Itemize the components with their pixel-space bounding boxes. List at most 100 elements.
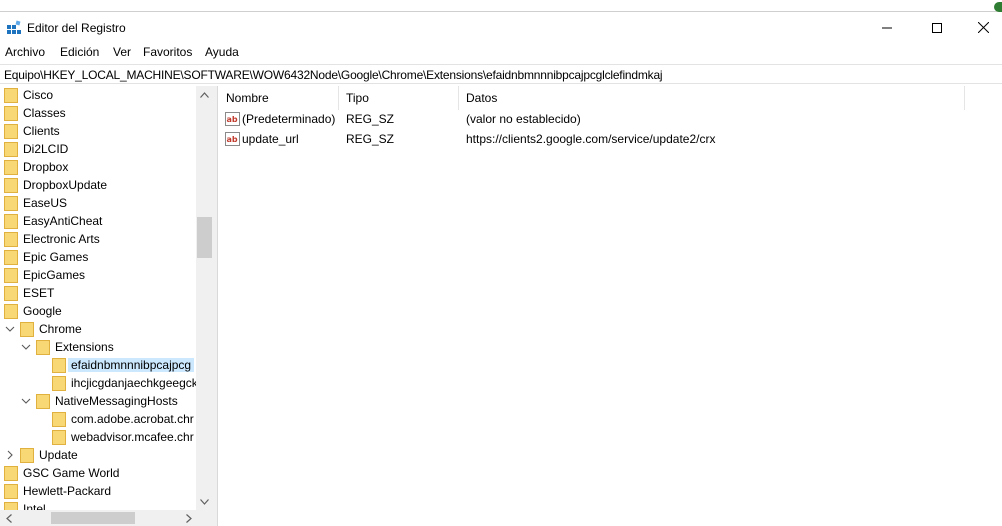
tree-item[interactable]: Classes: [0, 104, 196, 122]
column-divider[interactable]: [964, 86, 965, 110]
tree-item-label: NativeMessagingHosts: [55, 394, 178, 408]
folder-icon: [4, 160, 18, 175]
tree-item[interactable]: DropboxUpdate: [0, 176, 196, 194]
tree-item-label: Electronic Arts: [23, 232, 100, 246]
tree-item-label: EpicGames: [23, 268, 86, 282]
table-row[interactable]: ab update_url REG_SZ https://clients2.go…: [219, 129, 1002, 149]
scroll-right-button[interactable]: [180, 510, 197, 526]
tree-horizontal-scrollbar[interactable]: [0, 510, 213, 526]
chevron-down-icon[interactable]: [5, 324, 15, 334]
tree-item[interactable]: ESET: [0, 284, 196, 302]
folder-icon: [52, 412, 66, 427]
tree-item-label: Hewlett-Packard: [23, 484, 112, 498]
menu-ayuda[interactable]: Ayuda: [205, 45, 239, 59]
tree-item-label: EasyAntiCheat: [23, 214, 103, 228]
value-name: (Predeterminado): [242, 112, 336, 126]
tree-item[interactable]: Di2LCID: [0, 140, 196, 158]
tree-item[interactable]: Hewlett-Packard: [0, 482, 196, 500]
tree-item[interactable]: Extensions: [0, 338, 196, 356]
column-header-nombre[interactable]: Nombre: [219, 86, 338, 110]
tree-item[interactable]: EasyAntiCheat: [0, 212, 196, 230]
value-type: REG_SZ: [346, 132, 395, 146]
tree-item[interactable]: EpicGames: [0, 266, 196, 284]
menu-bar: Archivo Edición Ver Favoritos Ayuda: [0, 42, 1002, 62]
address-path[interactable]: Equipo\HKEY_LOCAL_MACHINE\SOFTWARE\WOW64…: [4, 68, 663, 82]
value-data: https://clients2.google.com/service/upda…: [466, 132, 716, 146]
tree-item[interactable]: com.adobe.acrobat.chr: [0, 410, 196, 428]
folder-icon: [52, 376, 66, 391]
tree-item-label: GSC Game World: [23, 466, 120, 480]
address-bar[interactable]: Equipo\HKEY_LOCAL_MACHINE\SOFTWARE\WOW64…: [0, 64, 1002, 84]
chevron-down-icon[interactable]: [21, 396, 31, 406]
menu-ver[interactable]: Ver: [113, 45, 131, 59]
tree-item[interactable]: Epic Games: [0, 248, 196, 266]
menu-edicion[interactable]: Edición: [60, 45, 99, 59]
value-data: (valor no establecido): [466, 112, 581, 126]
menu-archivo[interactable]: Archivo: [5, 45, 45, 59]
folder-icon: [4, 250, 18, 265]
tree-item[interactable]: Dropbox: [0, 158, 196, 176]
string-value-icon: ab: [225, 132, 240, 146]
tree-item[interactable]: Chrome: [0, 320, 196, 338]
tree-item-label: Update: [39, 448, 78, 462]
tree-item[interactable]: NativeMessagingHosts: [0, 392, 196, 410]
tree-item[interactable]: efaidnbmnnnibpcajpcg: [0, 356, 196, 374]
close-icon: [977, 22, 989, 33]
tree-item-label: Cisco: [23, 88, 54, 102]
tree-item-label: Epic Games: [23, 250, 89, 264]
tree-item[interactable]: Update: [0, 446, 196, 464]
tree-item[interactable]: ihcjicgdanjaechkgeegck: [0, 374, 198, 392]
chevron-up-icon: [200, 91, 209, 98]
tree-item[interactable]: Clients: [0, 122, 196, 140]
key-tree[interactable]: Cisco Classes Clients Di2LCID Dropbox Dropbox…: [0, 86, 213, 526]
tree-item[interactable]: webadvisor.mcafee.chr: [0, 428, 196, 446]
scroll-left-button[interactable]: [0, 510, 17, 526]
minimize-icon: [882, 27, 892, 28]
tree-item[interactable]: Cisco: [0, 86, 196, 104]
scrollbar-corner: [197, 510, 213, 526]
tree-vertical-scrollbar[interactable]: [196, 86, 213, 510]
chevron-down-icon: [200, 498, 209, 505]
scroll-up-button[interactable]: [196, 86, 213, 103]
scroll-down-button[interactable]: [196, 493, 213, 510]
folder-icon: [20, 448, 34, 463]
vertical-scroll-thumb[interactable]: [197, 217, 212, 258]
chevron-right-icon: [185, 513, 192, 523]
tree-item-label: Dropbox: [23, 160, 69, 174]
folder-icon: [4, 88, 18, 103]
svg-text:ab: ab: [227, 115, 238, 124]
folder-icon: [4, 142, 18, 157]
tree-item[interactable]: Google: [0, 302, 196, 320]
folder-icon: [4, 484, 18, 499]
tree-item[interactable]: EaseUS: [0, 194, 196, 212]
folder-icon: [20, 322, 34, 337]
tree-item-label: Chrome: [39, 322, 82, 336]
values-list[interactable]: Nombre Tipo Datos ab (Predeterminado) RE…: [219, 86, 1002, 526]
chevron-down-icon[interactable]: [21, 342, 31, 352]
background-window-strip: [0, 0, 1002, 12]
background-indicator: [994, 2, 1002, 12]
folder-icon: [4, 232, 18, 247]
folder-icon: [36, 394, 50, 409]
folder-icon: [52, 358, 66, 373]
menu-favoritos[interactable]: Favoritos: [143, 45, 192, 59]
chevron-right-icon[interactable]: [5, 450, 15, 460]
folder-icon: [4, 196, 18, 211]
horizontal-scroll-thumb[interactable]: [51, 512, 135, 524]
title-bar[interactable]: Editor del Registro: [0, 13, 1002, 42]
column-header-datos[interactable]: Datos: [459, 86, 964, 110]
close-button[interactable]: [960, 13, 1002, 42]
tree-item-label: DropboxUpdate: [23, 178, 108, 192]
minimize-button[interactable]: [864, 13, 910, 42]
tree-item[interactable]: Electronic Arts: [0, 230, 196, 248]
folder-icon: [4, 124, 18, 139]
tree-item-label: Classes: [23, 106, 66, 120]
tree-item[interactable]: GSC Game World: [0, 464, 196, 482]
value-type: REG_SZ: [346, 112, 395, 126]
column-header-tipo[interactable]: Tipo: [339, 86, 458, 110]
folder-icon: [4, 304, 18, 319]
folder-icon: [4, 178, 18, 193]
table-row[interactable]: ab (Predeterminado) REG_SZ (valor no est…: [219, 109, 1002, 129]
maximize-button[interactable]: [914, 13, 960, 42]
pane-splitter[interactable]: [213, 86, 218, 526]
